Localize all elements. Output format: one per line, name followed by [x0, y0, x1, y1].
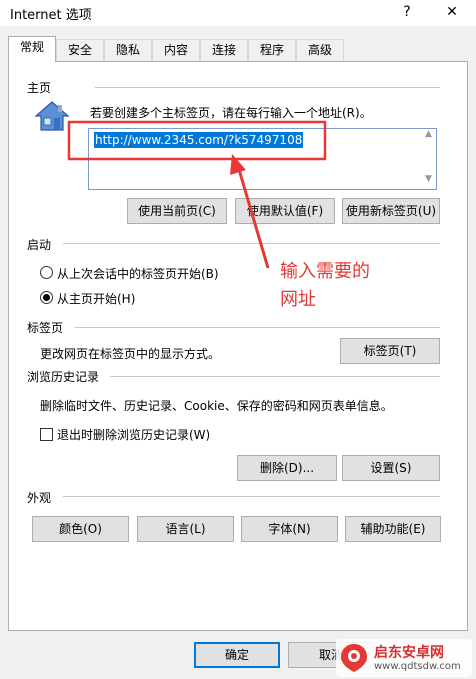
watermark-logo-icon	[338, 642, 370, 674]
annotation-arrow	[236, 165, 270, 269]
watermark-name: 启东安卓网	[374, 645, 444, 661]
annotation-line-2: 网址	[280, 289, 316, 310]
annotation-arrow-head	[230, 154, 246, 175]
tab-general[interactable]: 常规	[8, 36, 56, 62]
watermark-url: www.qdtsdw.com	[374, 661, 461, 672]
watermark: 启东安卓网 www.qdtsdw.com	[336, 639, 472, 677]
annotation-line-1: 输入需要的	[280, 261, 370, 282]
url-highlight-box	[67, 120, 327, 161]
annotation-overlay	[67, 120, 327, 269]
